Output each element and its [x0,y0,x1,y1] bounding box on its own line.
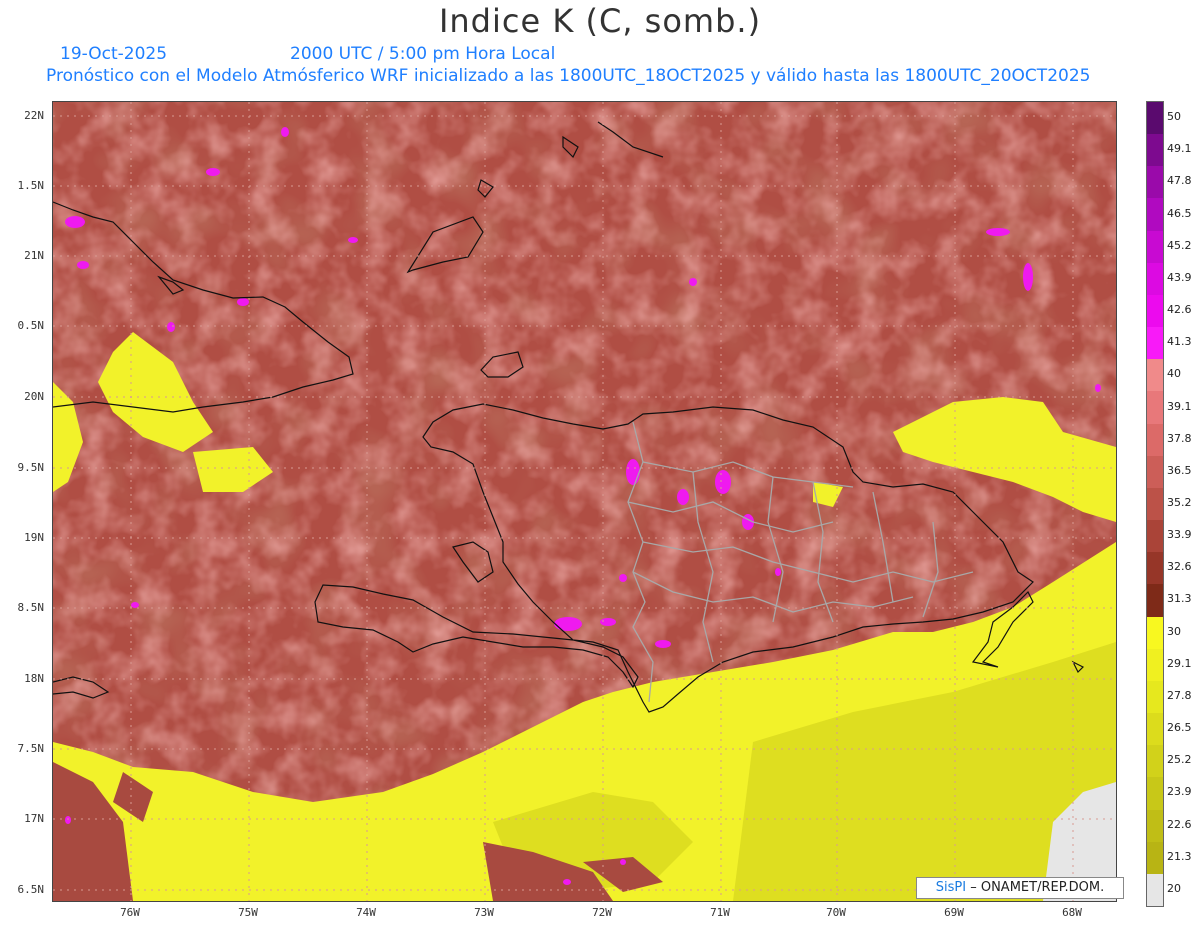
lon-label: 72W [592,906,612,919]
colorbar-segment [1147,166,1163,199]
lat-label: 8.5N [17,601,45,614]
map-panel [52,101,1117,902]
colorbar-segment [1147,520,1163,553]
lat-label: 9.5N [17,461,45,474]
colorbar-segment [1147,294,1163,328]
colorbar [1146,101,1164,907]
colorbar-segment [1147,327,1163,360]
lat-label: 1.5N [17,179,45,192]
colorbar-segment [1147,198,1163,232]
lon-label: 69W [944,906,964,919]
colorbar-segment [1147,745,1163,778]
colorbar-segment [1147,616,1163,650]
colorbar-label: 27.8 [1167,688,1192,702]
lon-label: 73W [474,906,494,919]
lon-label: 71W [710,906,730,919]
lat-label: 6.5N [17,883,45,896]
colorbar-label: 42.6 [1167,303,1192,317]
colorbar-label: 29.1 [1167,656,1192,670]
colorbar-segment [1147,809,1163,843]
colorbar-segment [1147,841,1163,875]
colorbar-label: 43.9 [1167,270,1192,284]
colorbar-label: 23.9 [1167,785,1192,799]
forecast-description: Pronóstico con el Modelo Atmósferico WRF… [46,66,1091,86]
lon-label: 68W [1062,906,1082,919]
colorbar-segment [1147,230,1163,264]
colorbar-segment [1147,391,1163,425]
colorbar-label: 41.3 [1167,335,1192,349]
colorbar-label: 30 [1167,624,1181,638]
colorbar-segment [1147,552,1163,585]
credit-box: SisPI – ONAMET/REP.DOM. [916,877,1124,899]
colorbar-segment [1147,777,1163,811]
forecast-time: 2000 UTC / 5:00 pm Hora Local [290,44,556,64]
colorbar-label: 49.1 [1167,142,1192,156]
k-index-map [53,102,1116,901]
lat-label: 21N [24,249,44,262]
lat-label: 17N [24,812,44,825]
colorbar-label: 45.2 [1167,238,1192,252]
colorbar-label: 46.5 [1167,206,1192,220]
lon-label: 70W [826,906,846,919]
forecast-date: 19-Oct-2025 [60,44,168,64]
colorbar-segment [1147,359,1163,392]
colorbar-segment [1147,262,1163,296]
colorbar-label: 39.1 [1167,399,1192,413]
colorbar-segment [1147,584,1163,618]
colorbar-label: 35.2 [1167,496,1192,509]
colorbar-segment [1147,134,1163,167]
lat-label: 18N [24,672,44,685]
colorbar-segment [1147,873,1163,907]
lon-label: 74W [356,906,376,919]
colorbar-label: 31.3 [1167,592,1192,606]
lat-label: 22N [24,109,44,122]
colorbar-segment [1147,487,1163,521]
colorbar-segment [1147,455,1163,489]
colorbar-label: 25.2 [1167,753,1192,767]
colorbar-segment [1147,423,1163,457]
colorbar-label: 36.5 [1167,463,1192,477]
colorbar-label: 21.3 [1167,849,1192,863]
credit-brand: SisPI [935,880,967,895]
lat-label: 7.5N [17,742,45,755]
colorbar-label: 33.9 [1167,528,1192,542]
colorbar-label: 47.8 [1167,174,1192,188]
colorbar-label: 32.6 [1167,560,1192,574]
colorbar-segment [1147,680,1163,714]
colorbar-label: 26.5 [1167,721,1192,735]
lat-label: 0.5N [17,319,45,332]
lon-label: 76W [120,906,140,919]
colorbar-label: 20 [1167,881,1181,895]
map-title: Indice K (C, somb.) [438,2,762,40]
lon-label: 75W [238,906,258,919]
colorbar-segment [1147,713,1163,746]
colorbar-label: 37.8 [1167,431,1192,445]
colorbar-segment [1147,648,1163,682]
colorbar-segment [1147,102,1163,135]
lat-label: 20N [24,390,44,403]
credit-text: – ONAMET/REP.DOM. [966,880,1105,895]
colorbar-label: 50 [1167,110,1181,124]
colorbar-label: 22.6 [1167,817,1192,831]
colorbar-label: 40 [1167,367,1181,381]
lat-label: 19N [24,531,44,544]
